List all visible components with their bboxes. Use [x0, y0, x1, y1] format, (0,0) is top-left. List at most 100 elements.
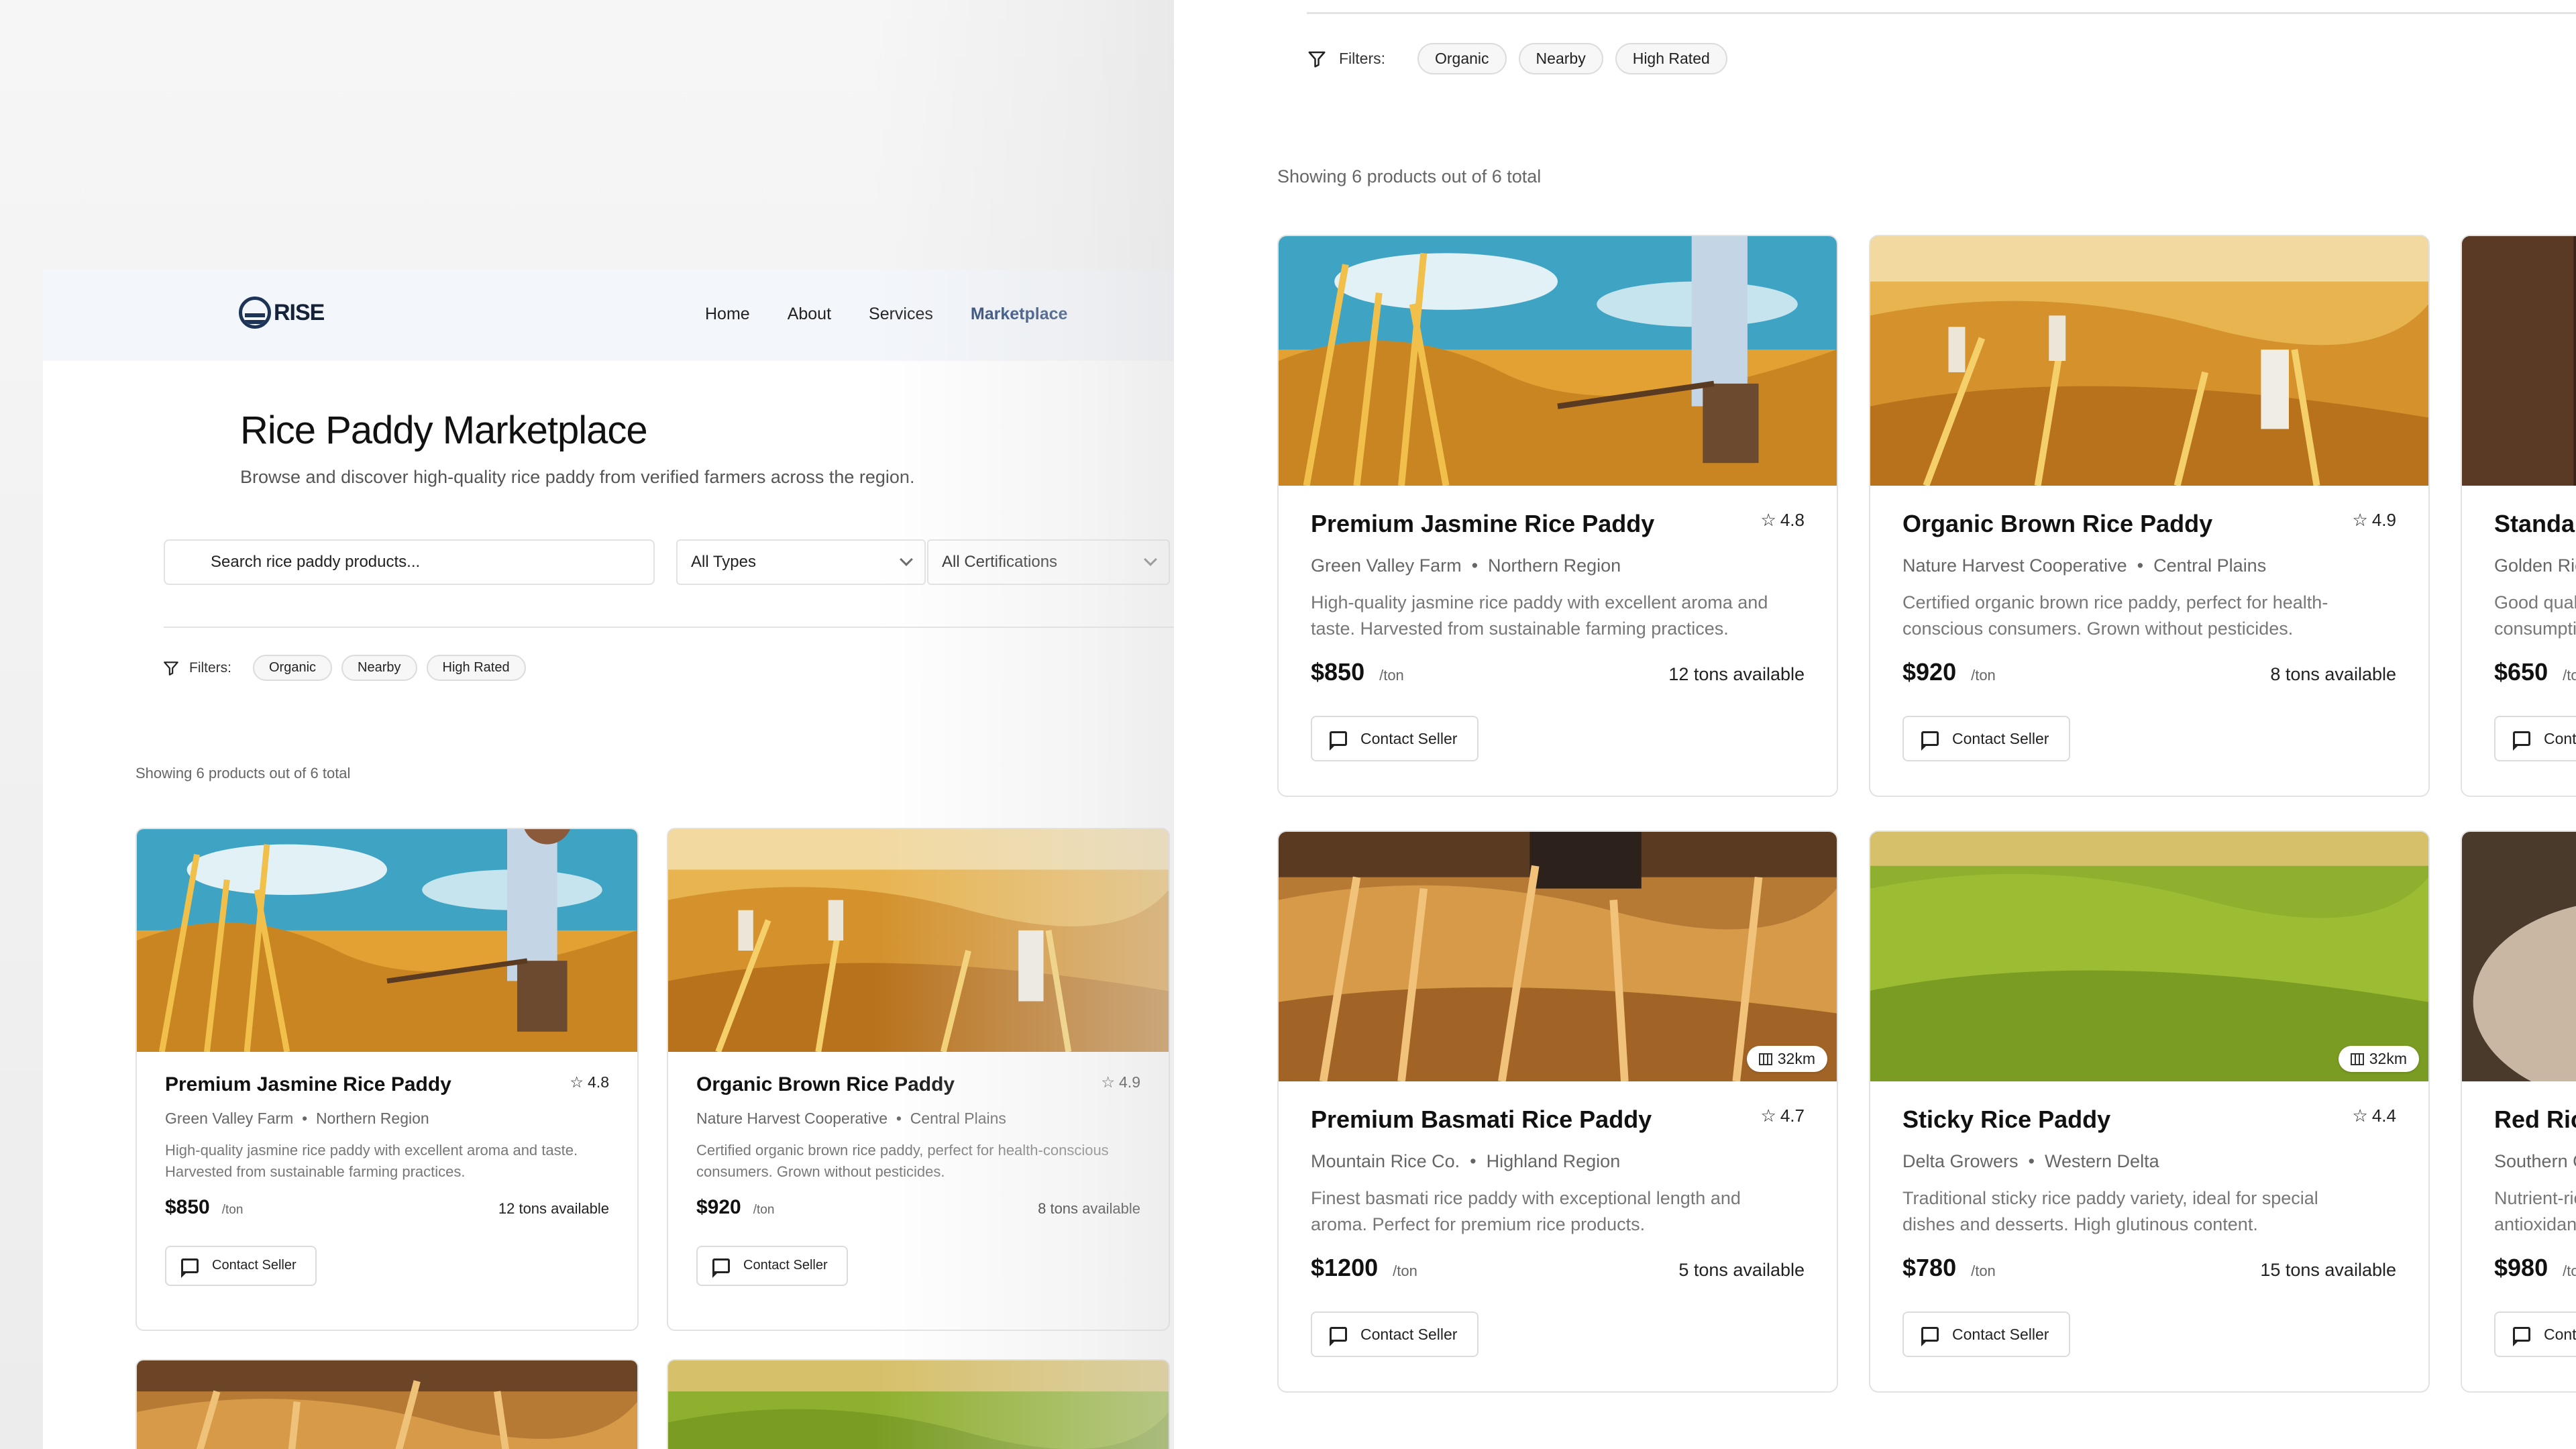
farm-name: Nature Harvest Cooperative: [1902, 555, 2127, 576]
chevron-down-icon: [900, 553, 913, 566]
product-card[interactable]: Organic Brown Rice Paddy ☆ 4.9 Nature Har…: [667, 828, 1170, 1331]
region-name: Western Delta: [2045, 1151, 2159, 1171]
product-title: Organic Brown Rice Paddy: [696, 1073, 955, 1095]
contact-seller-button[interactable]: Contact Seller: [1902, 1311, 2071, 1358]
contact-seller-button[interactable]: Contact Seller: [2494, 716, 2576, 762]
product-description: Traditional sticky rice paddy variety, i…: [1902, 1188, 2318, 1235]
message-icon: [1921, 731, 1939, 751]
message-icon: [2513, 731, 2530, 751]
rating-value: 4.8: [588, 1073, 609, 1091]
contact-seller-button[interactable]: Contact Seller: [1311, 1311, 1479, 1358]
product-availability: 15 tons available: [2260, 1260, 2396, 1281]
product-card-body: Standard Rice Paddy Golden Rice Fields G…: [2462, 486, 2576, 786]
product-card-body: Organic Brown Rice Paddy ☆ 4.9 Nature Har…: [1870, 486, 2428, 786]
contact-seller-button[interactable]: Contact Seller: [1902, 716, 2071, 762]
product-seller: Golden Rice Fields: [2494, 555, 2576, 576]
product-image: [2462, 832, 2576, 1081]
filter-chip-nearby[interactable]: Nearby: [1518, 43, 1603, 74]
product-title: Premium Jasmine Rice Paddy: [165, 1073, 451, 1095]
contact-seller-label: Contact Seller: [743, 1258, 828, 1273]
star-icon: ☆: [1760, 510, 1776, 530]
map-icon: [1758, 1053, 1772, 1065]
product-title: Premium Jasmine Rice Paddy: [1311, 510, 1655, 537]
message-icon: [1330, 731, 1347, 751]
farm-name: Delta Growers: [1902, 1151, 2019, 1171]
region-name: Northern Region: [315, 1110, 429, 1127]
filter-chip-organic[interactable]: Organic: [253, 655, 333, 681]
product-card[interactable]: 32km Sticky Rice Paddy ☆ 4.4 Delta Grower…: [1869, 830, 2430, 1393]
product-card[interactable]: [136, 1359, 639, 1449]
product-seller: Delta Growers • Western Delta: [1902, 1151, 2159, 1171]
product-image: [668, 829, 1169, 1052]
product-card[interactable]: Red Rice Paddy Southern Co-op Nutrient-r…: [2461, 830, 2576, 1393]
region-name: Northern Region: [1488, 555, 1621, 576]
product-description: Certified organic brown rice paddy, perf…: [1902, 592, 2328, 639]
contact-seller-label: Contact Seller: [2544, 729, 2576, 747]
type-select[interactable]: All Types: [676, 539, 926, 585]
filter-bar: Filters: Organic Nearby High Rated: [162, 655, 526, 681]
product-price: $850: [165, 1195, 210, 1218]
nav-link-services[interactable]: Services: [869, 305, 933, 324]
farm-name: Green Valley Farm: [1311, 555, 1462, 576]
product-card[interactable]: 32km Premium Basmati Rice Paddy ☆ 4.7 Mou…: [1277, 830, 1838, 1393]
price-unit: /ton: [1379, 667, 1404, 684]
contact-seller-button[interactable]: Contact Seller: [1311, 716, 1479, 762]
product-image: 32km: [1279, 832, 1837, 1081]
product-availability: 8 tons available: [2270, 664, 2396, 685]
search-placeholder: Search rice paddy products...: [211, 553, 421, 571]
farm-name: Mountain Rice Co.: [1311, 1151, 1460, 1171]
product-availability: 5 tons available: [1678, 1260, 1805, 1281]
product-card[interactable]: Standard Rice Paddy Golden Rice Fields G…: [2461, 235, 2576, 797]
message-icon: [1330, 1327, 1347, 1347]
message-icon: [2513, 1327, 2530, 1347]
product-price: $1200: [1311, 1254, 1379, 1282]
product-image: [2462, 236, 2576, 486]
filter-chip-high-rated[interactable]: High Rated: [1615, 43, 1727, 74]
product-price: $920: [696, 1195, 741, 1218]
search-input[interactable]: Search rice paddy products...: [164, 539, 655, 585]
product-rating: ☆ 4.8: [1761, 510, 1805, 531]
product-availability: 12 tons available: [1668, 664, 1805, 685]
product-availability: 12 tons available: [498, 1199, 609, 1217]
nav-link-marketplace[interactable]: Marketplace: [971, 305, 1068, 324]
product-card-body: Premium Jasmine Rice Paddy ☆ 4.8 Green Va…: [137, 1052, 637, 1307]
product-card[interactable]: [667, 1359, 1170, 1449]
nav-link-about[interactable]: About: [788, 305, 831, 324]
product-image: [137, 1360, 637, 1449]
product-price: $920: [1902, 658, 1957, 686]
filter-chip-nearby[interactable]: Nearby: [341, 655, 417, 681]
rating-value: 4.4: [2371, 1106, 2396, 1126]
price-row: $920/ton 8 tons available: [1902, 658, 2396, 686]
rating-value: 4.9: [2371, 510, 2396, 530]
message-icon: [712, 1258, 730, 1278]
product-image: [1870, 236, 2428, 486]
nav-link-home[interactable]: Home: [705, 305, 750, 324]
brand-logo[interactable]: RISE: [239, 297, 325, 329]
contact-seller-label: Contact Seller: [1952, 729, 2049, 747]
product-card[interactable]: Premium Jasmine Rice Paddy ☆ 4.8 Green Va…: [1277, 235, 1838, 797]
price-unit: /ton: [753, 1202, 775, 1217]
contact-seller-button[interactable]: Contact Seller: [2494, 1311, 2576, 1358]
product-card-body: Premium Jasmine Rice Paddy ☆ 4.8 Green Va…: [1279, 486, 1837, 786]
divider: [1307, 12, 2576, 14]
filter-chip-high-rated[interactable]: High Rated: [426, 655, 526, 681]
certification-select[interactable]: All Certifications: [927, 539, 1170, 585]
brand-name: RISE: [274, 299, 325, 325]
filter-icon: [1307, 49, 1327, 69]
page-subtitle: Browse and discover high-quality rice pa…: [240, 467, 915, 487]
rating-value: 4.9: [1119, 1073, 1140, 1091]
contact-seller-button[interactable]: Contact Seller: [165, 1245, 317, 1286]
region-name: Highland Region: [1486, 1151, 1621, 1171]
product-price: $650: [2494, 658, 2548, 686]
filter-chip-organic[interactable]: Organic: [1417, 43, 1507, 74]
contact-seller-label: Contact Seller: [1952, 1325, 2049, 1343]
filter-icon: [162, 659, 180, 677]
farm-name: Nature Harvest Cooperative: [696, 1110, 888, 1127]
filter-bar: Filters: Organic Nearby High Rated: [1307, 43, 1727, 74]
product-image: [1279, 236, 1837, 486]
product-card[interactable]: Premium Jasmine Rice Paddy ☆ 4.8 Green Va…: [136, 828, 639, 1331]
contact-seller-button[interactable]: Contact Seller: [696, 1245, 848, 1286]
price-unit: /ton: [221, 1202, 244, 1217]
price-row: $980/ton: [2494, 1254, 2576, 1282]
product-card[interactable]: Organic Brown Rice Paddy ☆ 4.9 Nature Har…: [1869, 235, 2430, 797]
